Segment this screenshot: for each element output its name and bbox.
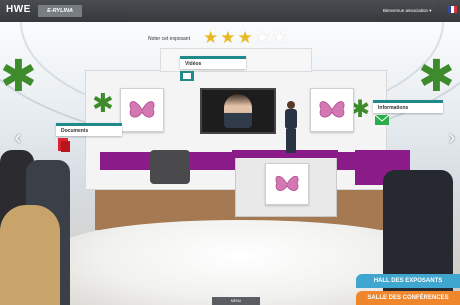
conference-room-button[interactable]: SALLE DES CONFÉRENCES — [356, 291, 460, 305]
star-icon[interactable]: ★ — [203, 28, 220, 47]
video-presenter — [224, 94, 252, 128]
butterfly-logo-icon — [266, 164, 308, 204]
tab-documents[interactable]: Documents — [56, 123, 122, 152]
welcome-label: Bienvenue association — [383, 8, 429, 13]
star-icon[interactable]: ★ — [272, 28, 289, 47]
palm-plant-icon: ✱ — [0, 52, 37, 101]
tab-videos[interactable]: Vidéos — [180, 56, 246, 81]
documents-label: Documents — [61, 128, 89, 134]
butterfly-logo-icon — [121, 89, 163, 131]
welcome-user-menu[interactable]: Bienvenue association ▾ — [383, 8, 432, 14]
chevron-down-icon: ▾ — [429, 8, 432, 13]
menu-tab[interactable]: MENU — [212, 297, 260, 305]
visitor-avatar — [0, 205, 60, 305]
top-header-bar: HWE E-RYLINA Bienvenue association ▾ — [0, 0, 460, 22]
mail-icon — [375, 115, 389, 125]
film-icon — [180, 71, 194, 81]
brand-logo[interactable]: HWE — [6, 4, 31, 15]
logo-panel-left[interactable] — [120, 88, 164, 132]
informations-label: Informations — [378, 105, 409, 111]
pdf-document-icon — [58, 138, 70, 152]
star-rating[interactable]: ★★★★★ — [203, 28, 289, 48]
butterfly-logo-icon — [311, 89, 353, 131]
lounge-chair — [150, 150, 190, 184]
rating-label: Noter cet exposant — [148, 36, 190, 42]
logo-panel-desk[interactable] — [265, 163, 309, 205]
star-icon[interactable]: ★ — [255, 28, 272, 47]
hall-exhibitors-button[interactable]: HALL DES EXPOSANTS — [356, 274, 460, 288]
star-icon[interactable]: ★ — [220, 28, 237, 47]
previous-stand-arrow-icon[interactable]: ‹ — [10, 128, 26, 148]
palm-plant-icon: ✱ — [418, 52, 455, 101]
video-screen[interactable] — [200, 88, 276, 134]
tab-informations[interactable]: Informations — [373, 100, 443, 125]
event-name-badge: E-RYLINA — [38, 5, 82, 17]
next-stand-arrow-icon[interactable]: › — [444, 128, 460, 148]
plant-icon: ✱ — [92, 88, 114, 118]
videos-label: Vidéos — [185, 61, 202, 67]
star-icon[interactable]: ★ — [238, 28, 255, 47]
stand-host-avatar[interactable] — [282, 100, 300, 155]
logo-panel-right[interactable] — [310, 88, 354, 132]
language-flag-icon[interactable] — [448, 6, 457, 13]
